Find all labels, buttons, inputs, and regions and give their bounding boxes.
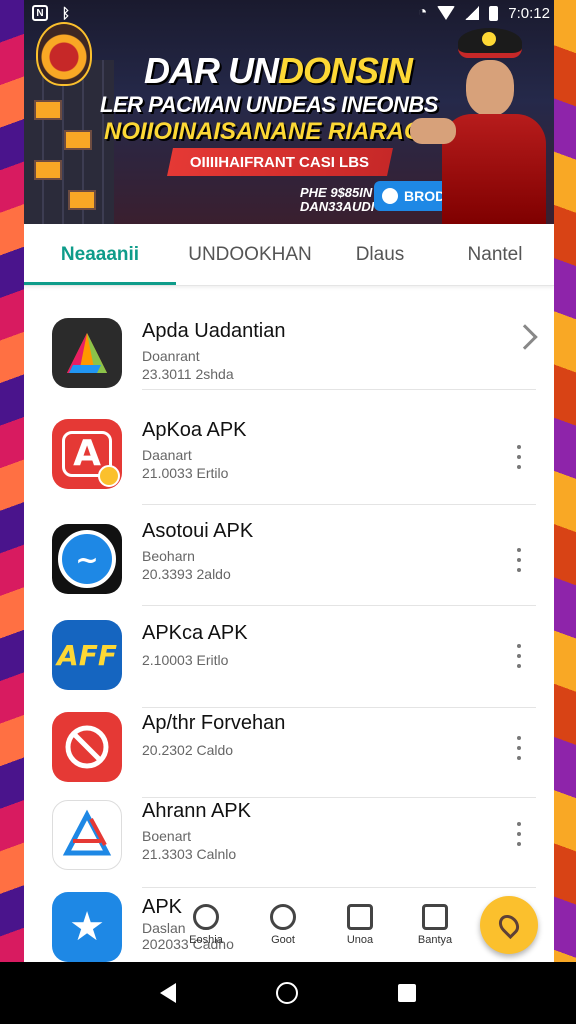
- more-options-icon[interactable]: [514, 822, 524, 846]
- banner-subtitle-2: NOIIOINAISANANE RIARAG!: [104, 118, 431, 145]
- list-item[interactable]: AFF APKca APK 2.10003 Eritlo: [24, 608, 554, 708]
- status-bar: N ᛒ ◔ 7:0:12: [0, 0, 576, 26]
- tab-dlaus[interactable]: Dlaus: [324, 224, 436, 285]
- banner-title: DAR UNDONSIN: [144, 50, 413, 91]
- more-options-icon[interactable]: [514, 445, 524, 469]
- app-name: ApKoa APK: [142, 419, 247, 441]
- status-time: 7:0:12: [508, 4, 550, 22]
- list-item[interactable]: ~ Asotoui APK Beoharn 20.3393 2aldo: [24, 506, 554, 606]
- prohibited-icon: [52, 712, 122, 782]
- more-options-icon[interactable]: [514, 736, 524, 760]
- nav-item-bantya[interactable]: Bantya: [405, 904, 465, 946]
- apk-a-icon: A: [52, 419, 122, 489]
- checkbox-icon: [347, 904, 373, 930]
- app-meta: 21.3303 Calnlo: [142, 846, 237, 862]
- app-meta: 20.3393 2aldo: [142, 566, 231, 582]
- triangle-a-icon: [52, 800, 122, 870]
- main-card: Neaaanii UNDOOKHAN Dlaus Nantel Apda Uad…: [24, 224, 554, 964]
- tab-nantel[interactable]: Nantel: [436, 224, 554, 285]
- shark-icon: ~: [52, 524, 122, 594]
- home-icon[interactable]: [276, 982, 298, 1004]
- banner-red-strip: OIIIIHAIFRANT CASI LBS: [167, 148, 393, 176]
- app-name: Ap/thr Forvehan: [142, 712, 286, 734]
- list-item[interactable]: Apda Uadantian Doanrant 23.3011 2shda: [24, 290, 554, 390]
- system-navigation-bar: [0, 962, 576, 1024]
- more-options-icon[interactable]: [514, 548, 524, 572]
- nav-item-goot[interactable]: Goot: [253, 904, 313, 946]
- banner-subtitle-1: LER PACMAN UNDEAS INEONBS: [100, 92, 438, 117]
- app-meta: 2.10003 Eritlo: [142, 652, 229, 668]
- search-icon: [193, 904, 219, 930]
- battery-icon: [489, 5, 499, 21]
- app-developer: Beoharn: [142, 548, 195, 564]
- app-name: Apda Uadantian: [142, 320, 286, 342]
- app-meta: 20.2302 Caldo: [142, 742, 234, 758]
- alarm-icon: ◔: [417, 4, 428, 21]
- app-developer: Daanart: [142, 447, 192, 463]
- app-developer: Doanrant: [142, 348, 200, 364]
- notification-n-icon: N: [32, 5, 48, 21]
- list-item[interactable]: A ApKoa APK Daanart 21.0033 Ertilo: [24, 405, 554, 505]
- chevron-right-icon[interactable]: [512, 324, 538, 350]
- background-decoration-right: [552, 0, 576, 1024]
- nav-item-unoa[interactable]: Unoa: [330, 904, 390, 946]
- person-icon: [422, 904, 448, 930]
- location-pin-icon: [494, 910, 524, 940]
- app-name: APKca APK: [142, 622, 248, 644]
- back-icon[interactable]: [160, 983, 176, 1003]
- recents-icon[interactable]: [398, 984, 416, 1002]
- refresh-icon: [270, 904, 296, 930]
- background-decoration-left: [0, 0, 24, 1024]
- officer-illustration: [410, 18, 546, 224]
- emblem-logo: [36, 22, 92, 86]
- signal-icon: [465, 6, 480, 20]
- app-name: Asotoui APK: [142, 520, 254, 542]
- app-name: Ahrann APK: [142, 800, 251, 822]
- more-options-icon[interactable]: [514, 644, 524, 668]
- list-item[interactable]: Ap/thr Forvehan 20.2302 Caldo: [24, 698, 554, 798]
- aff-icon: AFF: [52, 620, 122, 690]
- kolorful-k-icon: [52, 318, 122, 388]
- app-meta: 23.3011 2shda: [142, 366, 234, 382]
- nav-item-eoshia[interactable]: Eoshia: [176, 904, 236, 946]
- app-meta: 21.0033 Ertilo: [142, 465, 229, 481]
- notification-b-icon: ᛒ: [61, 5, 71, 21]
- promo-banner[interactable]: DAR UNDONSIN LER PACMAN UNDEAS INEONBS N…: [24, 0, 554, 224]
- tab-undookhan[interactable]: UNDOOKHAN: [176, 224, 324, 285]
- app-developer: Boenart: [142, 828, 192, 844]
- location-fab-button[interactable]: [480, 896, 538, 954]
- banner-small-text: PHE 9$85IN DAN33AUDI: [300, 185, 375, 214]
- wifi-icon: [437, 6, 456, 20]
- list-item[interactable]: Ahrann APK Boenart 21.3303 Calnlo: [24, 788, 554, 888]
- tab-bar: Neaaanii UNDOOKHAN Dlaus Nantel: [24, 224, 554, 286]
- user-icon: [382, 188, 398, 204]
- tab-neaaanii[interactable]: Neaaanii: [24, 224, 176, 285]
- bottom-navigation: Eoshia Goot Unoa Bantya: [24, 890, 554, 962]
